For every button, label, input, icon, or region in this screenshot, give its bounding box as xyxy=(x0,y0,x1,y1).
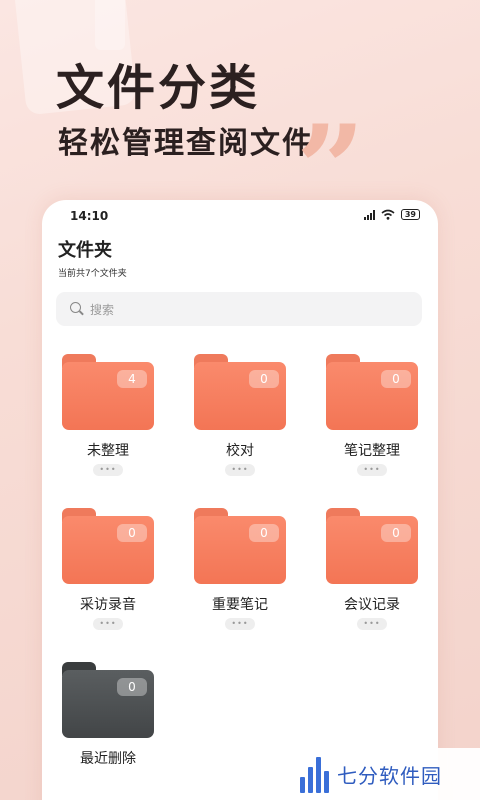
more-options-button[interactable]: ••• xyxy=(225,464,255,476)
signal-icon xyxy=(363,209,375,220)
status-bar: 14:10 39 xyxy=(42,200,438,232)
battery-icon: 39 xyxy=(400,209,420,220)
more-options-button[interactable]: ••• xyxy=(357,618,387,630)
folder-item-interview[interactable]: 0 采访录音 ••• xyxy=(48,508,168,638)
folder-icon: 4 xyxy=(62,354,154,430)
folder-count-badge: 0 xyxy=(381,524,411,542)
folder-label: 会议记录 xyxy=(344,597,400,613)
watermark-text: 七分软件园 xyxy=(337,763,442,788)
folder-label: 未整理 xyxy=(87,443,129,459)
search-input[interactable]: 搜索 xyxy=(56,292,422,326)
folder-item-notes[interactable]: 0 笔记整理 ••• xyxy=(312,354,432,484)
folder-label: 重要笔记 xyxy=(212,597,268,613)
watermark: 七分软件园 xyxy=(292,748,480,800)
folder-label: 笔记整理 xyxy=(344,443,400,459)
hero-title: 文件分类 xyxy=(56,60,261,116)
folder-label: 采访录音 xyxy=(80,597,136,613)
folder-item-meeting[interactable]: 0 会议记录 ••• xyxy=(312,508,432,638)
folder-count-badge: 0 xyxy=(381,370,411,388)
watermark-logo-icon xyxy=(300,755,329,793)
more-options-button[interactable]: ••• xyxy=(225,618,255,630)
folder-count-badge: 0 xyxy=(117,678,147,696)
folder-label: 校对 xyxy=(226,443,254,459)
folder-item-proofread[interactable]: 0 校对 ••• xyxy=(180,354,300,484)
page-title: 文件夹 xyxy=(58,240,112,261)
trash-folder-icon: 0 xyxy=(62,662,154,738)
folder-label: 最近删除 xyxy=(80,751,136,767)
folder-item-unsorted[interactable]: 4 未整理 ••• xyxy=(48,354,168,484)
status-icons: 39 xyxy=(363,209,420,220)
folder-icon: 0 xyxy=(62,508,154,584)
folder-icon: 0 xyxy=(326,354,418,430)
search-icon xyxy=(70,302,84,316)
more-options-button[interactable]: ••• xyxy=(357,464,387,476)
folder-item-important[interactable]: 0 重要笔记 ••• xyxy=(180,508,300,638)
folder-icon: 0 xyxy=(194,508,286,584)
folder-icon: 0 xyxy=(194,354,286,430)
folder-count-text: 当前共7个文件夹 xyxy=(58,269,127,279)
folder-count-badge: 4 xyxy=(117,370,147,388)
folder-item-recently-deleted[interactable]: 0 最近删除 xyxy=(48,662,168,792)
decorative-card-small xyxy=(95,0,125,50)
folder-icon: 0 xyxy=(326,508,418,584)
phone-screen: 14:10 39 文件夹 当前共7个文件夹 搜索 4 未整理 ••• 0 校对 … xyxy=(42,200,438,800)
more-options-button[interactable]: ••• xyxy=(93,618,123,630)
hero-subtitle: 轻松管理查阅文件 xyxy=(58,126,314,161)
folder-count-badge: 0 xyxy=(117,524,147,542)
more-options-button[interactable]: ••• xyxy=(93,464,123,476)
status-time: 14:10 xyxy=(70,209,109,223)
folder-count-badge: 0 xyxy=(249,524,279,542)
search-placeholder: 搜索 xyxy=(90,302,115,317)
wifi-icon xyxy=(381,209,395,220)
folder-count-badge: 0 xyxy=(249,370,279,388)
